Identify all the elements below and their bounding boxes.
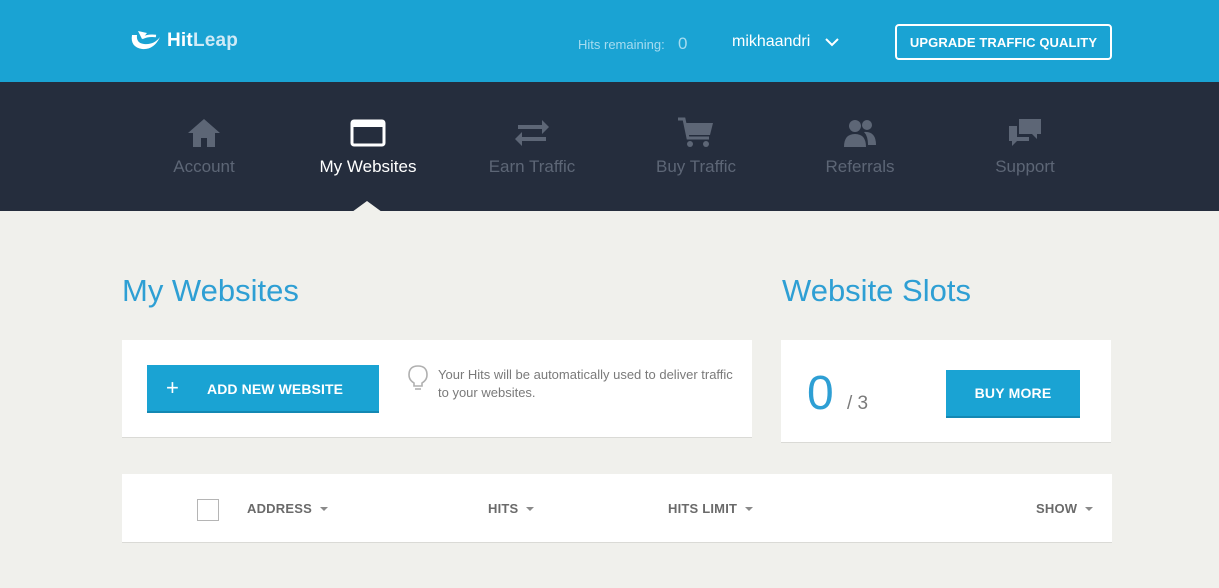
my-websites-heading: My Websites <box>122 273 299 308</box>
plus-icon: + <box>166 375 179 400</box>
add-new-website-label: ADD NEW WEBSITE <box>207 381 344 397</box>
main-nav: Account My Websites Earn Traffic Buy Tra… <box>0 82 1219 211</box>
chat-bubbles-icon <box>1005 116 1045 150</box>
buy-more-slots-button[interactable]: BUY MORE <box>946 370 1080 418</box>
auto-hits-tip: Your Hits will be automatically used to … <box>438 367 733 400</box>
hits-remaining-label: Hits remaining: <box>578 37 665 52</box>
sort-caret-icon <box>745 506 754 511</box>
nav-item-earn-traffic[interactable]: Earn Traffic <box>450 82 614 211</box>
user-menu[interactable]: mikhaandri <box>732 33 839 51</box>
logo-text: HitLeap <box>167 30 238 52</box>
sort-caret-icon <box>1085 506 1094 511</box>
logo-text-hit: Hit <box>167 30 193 51</box>
active-nav-indicator <box>352 201 382 212</box>
websites-table-header: ADDRESS HITS HITS LIMIT SHOW <box>122 474 1112 543</box>
lightbulb-icon <box>408 365 428 390</box>
website-slots-panel: 0 / 3 BUY MORE <box>781 340 1111 443</box>
column-label-show: SHOW <box>1036 501 1078 516</box>
users-icon <box>840 116 880 150</box>
chevron-down-icon <box>825 38 839 47</box>
column-header-show[interactable]: SHOW <box>1036 501 1094 516</box>
nav-item-my-websites[interactable]: My Websites <box>286 82 450 211</box>
hits-remaining-count: 0 <box>678 34 688 53</box>
upgrade-traffic-quality-button[interactable]: UPGRADE TRAFFIC QUALITY <box>895 24 1112 60</box>
browser-window-icon <box>348 116 388 150</box>
nav-label-support: Support <box>995 157 1055 176</box>
nav-item-support[interactable]: Support <box>943 82 1107 211</box>
nav-label-account: Account <box>173 157 235 176</box>
column-header-hits-limit[interactable]: HITS LIMIT <box>668 501 754 516</box>
nav-label-my-websites: My Websites <box>319 157 417 176</box>
column-header-hits[interactable]: HITS <box>488 501 535 516</box>
logo-swoosh-icon <box>131 31 160 50</box>
sort-caret-icon <box>319 506 328 511</box>
nav-label-earn-traffic: Earn Traffic <box>488 157 576 176</box>
hitleap-logo[interactable]: HitLeap <box>128 27 238 55</box>
column-header-address[interactable]: ADDRESS <box>247 501 328 516</box>
add-website-panel: + ADD NEW WEBSITE Your Hits will be auto… <box>122 340 752 438</box>
shopping-cart-icon <box>676 116 716 150</box>
nav-label-buy-traffic: Buy Traffic <box>656 157 736 176</box>
username-label: mikhaandri <box>732 33 811 50</box>
website-slots-heading: Website Slots <box>782 273 971 308</box>
slots-used-count: 0 <box>807 367 834 420</box>
add-new-website-button[interactable]: + ADD NEW WEBSITE <box>147 365 379 413</box>
nav-label-referrals: Referrals <box>825 157 895 176</box>
top-bar: HitLeap Hits remaining: 0 mikhaandri UPG… <box>0 0 1219 82</box>
logo-text-leap: Leap <box>192 30 239 51</box>
column-label-hits: HITS <box>488 501 519 516</box>
column-label-address: ADDRESS <box>247 501 312 516</box>
nav-item-account[interactable]: Account <box>122 82 286 211</box>
column-label-hits-limit: HITS LIMIT <box>668 501 738 516</box>
home-icon <box>184 116 224 150</box>
exchange-arrows-icon <box>512 116 552 150</box>
nav-item-buy-traffic[interactable]: Buy Traffic <box>614 82 778 211</box>
select-all-checkbox[interactable] <box>197 499 219 521</box>
slots-total: / 3 <box>847 393 869 414</box>
nav-item-referrals[interactable]: Referrals <box>778 82 942 211</box>
sort-caret-icon <box>526 506 535 511</box>
